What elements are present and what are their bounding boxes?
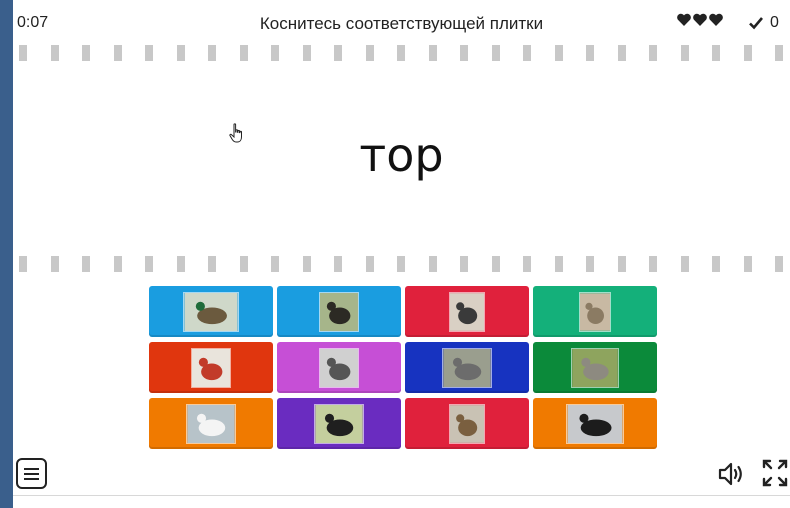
question-word: тор bbox=[359, 128, 444, 182]
divider-dash bbox=[491, 256, 500, 272]
answer-tile[interactable] bbox=[277, 342, 401, 393]
bird-on-branch-photo bbox=[579, 291, 611, 332]
divider-dash bbox=[617, 45, 626, 61]
checkmark-icon bbox=[749, 17, 763, 30]
divider-dash bbox=[239, 256, 248, 272]
divider-top bbox=[19, 45, 783, 61]
divider-dash bbox=[397, 256, 405, 272]
jackdaw-photo bbox=[319, 347, 359, 388]
divider-dash bbox=[365, 45, 374, 61]
fullscreen-icon[interactable] bbox=[762, 459, 788, 487]
divider-dash bbox=[428, 256, 437, 272]
divider-dash bbox=[82, 256, 90, 272]
divider-dash bbox=[208, 256, 216, 272]
divider-dash bbox=[50, 256, 59, 272]
divider-dash bbox=[145, 256, 153, 272]
divider-dash bbox=[302, 256, 311, 272]
divider-dash bbox=[523, 256, 531, 272]
goose-photo bbox=[571, 347, 619, 388]
black-grouse-photo bbox=[566, 403, 624, 444]
divider-dash bbox=[365, 256, 374, 272]
divider-dash bbox=[460, 45, 468, 61]
divider-dash bbox=[50, 45, 59, 61]
menu-icon bbox=[24, 467, 39, 470]
divider-dash bbox=[586, 45, 594, 61]
heart-icon bbox=[693, 13, 707, 26]
divider-dash bbox=[617, 256, 626, 272]
heart-icon bbox=[677, 13, 691, 26]
divider-dash bbox=[554, 45, 563, 61]
divider-dash bbox=[775, 45, 783, 61]
activity-frame: 0:07 Коснитесь соответствующей плитки 0 … bbox=[13, 0, 790, 508]
divider-dash bbox=[712, 45, 720, 61]
divider-dash bbox=[680, 45, 689, 61]
woodpecker-photo bbox=[449, 291, 485, 332]
answer-tile[interactable] bbox=[277, 286, 401, 337]
divider-dash bbox=[19, 45, 27, 61]
divider-dash bbox=[334, 45, 342, 61]
divider-dash bbox=[239, 45, 248, 61]
speaker-icon[interactable] bbox=[718, 461, 746, 487]
divider-dash bbox=[334, 256, 342, 272]
divider-dash bbox=[743, 256, 752, 272]
answer-tile[interactable] bbox=[405, 286, 529, 337]
answer-tile[interactable] bbox=[533, 342, 657, 393]
answer-tile[interactable] bbox=[533, 398, 657, 449]
mallard-duck-photo bbox=[183, 291, 239, 332]
divider-dash bbox=[397, 45, 405, 61]
magpie-photo bbox=[314, 403, 364, 444]
instruction-text: Коснитесь соответствующей плитки bbox=[259, 14, 544, 33]
divider-dash bbox=[586, 256, 594, 272]
answer-tile[interactable] bbox=[277, 398, 401, 449]
divider-dash bbox=[491, 45, 500, 61]
answer-tile[interactable] bbox=[149, 286, 273, 337]
swan-photo bbox=[186, 403, 236, 444]
divider-dash bbox=[271, 45, 279, 61]
divider-dash bbox=[649, 45, 657, 61]
divider-dash bbox=[19, 256, 27, 272]
divider-dash bbox=[176, 256, 185, 272]
divider-dash bbox=[145, 45, 153, 61]
answer-tile[interactable] bbox=[405, 342, 529, 393]
header-bar: 0:07 Коснитесь соответствующей плитки 0 bbox=[13, 0, 790, 46]
divider-dash bbox=[775, 256, 783, 272]
divider-dash bbox=[302, 45, 311, 61]
divider-dash bbox=[523, 45, 531, 61]
menu-icon bbox=[24, 477, 39, 480]
divider-dash bbox=[271, 256, 279, 272]
divider-dash bbox=[113, 256, 122, 272]
bullfinch-photo bbox=[191, 347, 231, 388]
owl-photo bbox=[449, 403, 485, 444]
divider-dash bbox=[208, 45, 216, 61]
divider-dash bbox=[113, 45, 122, 61]
capercaillie-photo bbox=[319, 291, 359, 332]
menu-icon bbox=[24, 472, 39, 475]
crane-photo bbox=[442, 347, 492, 388]
lives-indicator bbox=[676, 12, 724, 28]
hand-cursor-icon bbox=[229, 123, 242, 143]
divider-dash bbox=[82, 45, 90, 61]
divider-dash bbox=[743, 45, 752, 61]
divider-dash bbox=[712, 256, 720, 272]
score-display: 0 bbox=[748, 14, 779, 32]
menu-button[interactable] bbox=[16, 458, 47, 489]
answer-tile[interactable] bbox=[149, 398, 273, 449]
heart-icon bbox=[709, 13, 723, 26]
score-value: 0 bbox=[770, 14, 779, 31]
divider-dash bbox=[554, 256, 563, 272]
answer-tile[interactable] bbox=[149, 342, 273, 393]
divider-dash bbox=[649, 256, 657, 272]
footer-divider bbox=[13, 495, 790, 496]
divider-dash bbox=[460, 256, 468, 272]
tile-grid bbox=[149, 286, 657, 449]
divider-dash bbox=[680, 256, 689, 272]
divider-dash bbox=[428, 45, 437, 61]
divider-dash bbox=[176, 45, 185, 61]
divider-bottom bbox=[19, 256, 783, 272]
answer-tile[interactable] bbox=[405, 398, 529, 449]
answer-tile[interactable] bbox=[533, 286, 657, 337]
